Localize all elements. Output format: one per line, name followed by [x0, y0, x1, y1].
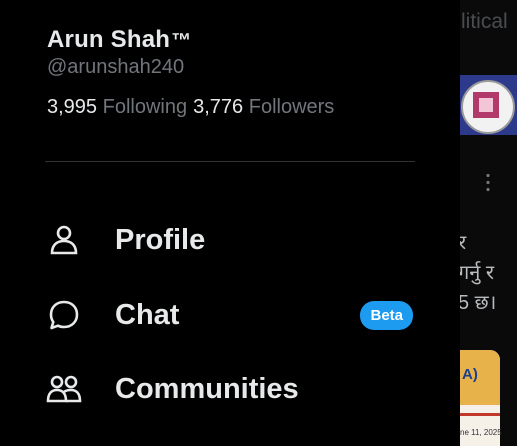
- feed-media-card-stripe: [460, 413, 500, 416]
- feed-post-text-line: 5 छ।: [460, 292, 497, 314]
- feed-tab-label[interactable]: litical: [461, 10, 508, 34]
- feed-media-card-text: A): [462, 366, 478, 383]
- more-options-icon[interactable]: [486, 172, 490, 192]
- menu-item-communities[interactable]: Communities: [44, 369, 416, 409]
- following-link[interactable]: 3,995 Following: [47, 96, 187, 119]
- feed-post-text-line: गर्नु र: [460, 262, 495, 284]
- followers-link[interactable]: 3,776 Followers: [193, 96, 334, 119]
- background-feed: litical र गर्नु र 5 छ। A) ne 11, 2025: [460, 0, 517, 446]
- profile-name-row[interactable]: Arun Shah ™: [47, 26, 191, 54]
- person-icon: [44, 220, 84, 260]
- chat-bubble-icon: [44, 295, 84, 335]
- following-label: Following: [102, 96, 188, 118]
- follow-stats: 3,995 Following 3,776 Followers: [47, 96, 334, 119]
- beta-badge: Beta: [360, 300, 413, 330]
- profile-handle[interactable]: @arunshah240: [47, 56, 184, 79]
- drawer-divider: [45, 161, 415, 162]
- profile-name[interactable]: Arun Shah: [47, 26, 170, 54]
- feed-post-text-line: र: [460, 232, 467, 254]
- menu-item-label: Profile: [115, 223, 206, 256]
- menu-item-chat[interactable]: Chat Beta: [44, 295, 416, 335]
- navigation-drawer: Arun Shah ™ @arunshah240 3,995 Following…: [0, 0, 460, 446]
- trademark-symbol: ™: [171, 30, 192, 52]
- qr-code-image: [473, 92, 499, 118]
- menu-item-label: Chat: [115, 298, 180, 331]
- menu-item-label: Communities: [115, 372, 299, 405]
- followers-label: Followers: [248, 96, 335, 118]
- followers-count: 3,776: [193, 96, 244, 118]
- feed-media-card-date: ne 11, 2025: [460, 428, 502, 437]
- following-count: 3,995: [47, 96, 98, 118]
- menu-item-profile[interactable]: Profile: [44, 220, 416, 260]
- communities-icon: [44, 369, 84, 409]
